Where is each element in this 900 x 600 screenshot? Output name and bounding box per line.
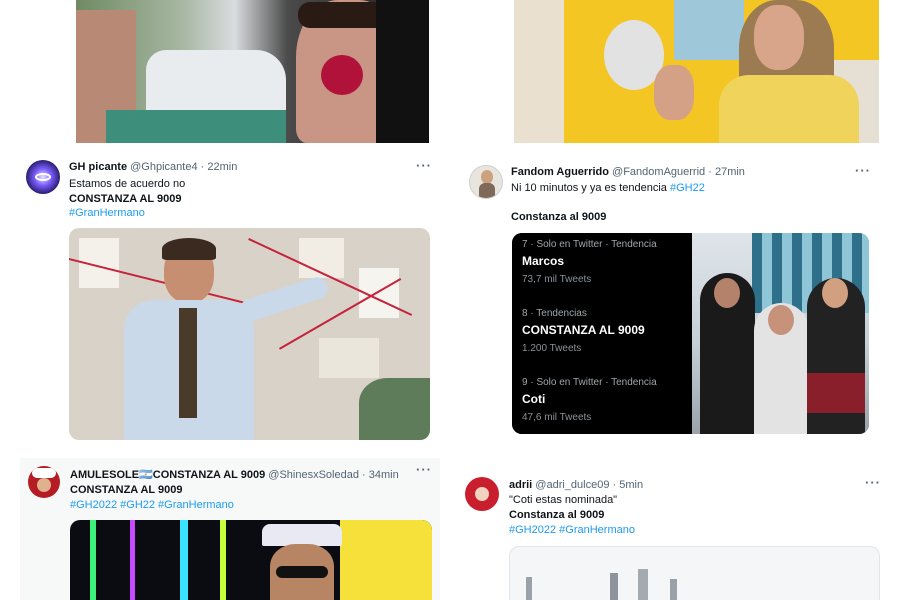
yellow-spotlight — [340, 520, 432, 600]
woman-2-face — [768, 305, 794, 335]
hair-shape — [376, 0, 429, 143]
tweet-hashtags[interactable]: #GH2022 #GranHermano — [509, 524, 635, 536]
tweet-media-top-left[interactable] — [76, 0, 429, 143]
tweet-fandom-aguerrido[interactable]: Fandom Aguerrido @FandomAguerrid · 27min… — [455, 150, 900, 450]
author-name[interactable]: adrii — [509, 479, 532, 491]
trend-category: 7 · Solo en Twitter · Tendencia — [522, 239, 657, 250]
wall-tile-3 — [674, 0, 744, 60]
person-arm-shape — [237, 274, 331, 324]
person-face-shape — [754, 5, 804, 70]
trend-name: Marcos — [522, 254, 565, 268]
tweet-hashtag-inline[interactable]: #GH22 — [670, 182, 705, 194]
red-lips-shape — [321, 55, 363, 95]
separator: · — [612, 479, 617, 491]
woman-1-face — [714, 278, 740, 308]
trend-count: 1.200 Tweets — [522, 343, 582, 354]
avatar-gh-picante[interactable] — [26, 160, 60, 194]
floral-shirt-shape — [106, 110, 286, 143]
avatar-person-shape — [481, 170, 493, 184]
sunglasses-shape — [276, 566, 328, 578]
avatar-adrii[interactable] — [465, 477, 499, 511]
tweet-time[interactable]: 27min — [715, 166, 745, 178]
photo-three-women — [692, 233, 869, 434]
woman-3-skirt — [807, 373, 865, 413]
author-name[interactable]: Fandom Aguerrido — [511, 166, 609, 178]
avatar-fandom-aguerrido[interactable] — [469, 165, 503, 199]
trend-item: 9 · Solo en Twitter · Tendencia Coti 47,… — [522, 377, 657, 423]
more-horizontal-icon[interactable]: ··· — [416, 158, 432, 173]
more-horizontal-icon[interactable]: ··· — [855, 163, 871, 178]
separator: · — [200, 161, 205, 173]
author-handle[interactable]: @FandomAguerrid — [612, 166, 705, 178]
trend-item: 8 · Tendencias CONSTANZA AL 9009 1.200 T… — [522, 308, 645, 354]
more-horizontal-icon[interactable]: ··· — [865, 475, 881, 490]
raised-hand-shape — [654, 65, 694, 120]
avatar-amulesole[interactable] — [28, 466, 60, 498]
light-stripe-3 — [180, 520, 188, 600]
wall-tile-1 — [514, 0, 564, 143]
tweet-text-line-1: CONSTANZA AL 9009 — [70, 484, 183, 496]
trend-count: 73,7 mil Tweets — [522, 274, 592, 285]
author-name[interactable]: GH picante — [69, 161, 127, 173]
light-stripe-4 — [220, 520, 226, 600]
author-handle[interactable]: @adri_dulce09 — [535, 479, 609, 491]
tweet-time[interactable]: 5min — [619, 479, 643, 491]
trend-name: Coti — [522, 392, 546, 406]
tweet-media-city-skyline[interactable] — [509, 546, 880, 600]
trend-item: 7 · Solo en Twitter · Tendencia Marcos 7… — [522, 239, 657, 285]
author-handle[interactable]: @Ghpicante4 — [130, 161, 197, 173]
tweet-text-line-2: Constanza al 9009 — [509, 509, 605, 521]
tweet-media-top-right[interactable] — [514, 0, 879, 143]
foreground-plant-shape — [359, 378, 430, 440]
santa-hat-shape — [32, 468, 56, 478]
tweet-text-line-1: Estamos de acuerdo no — [69, 178, 186, 190]
more-horizontal-icon[interactable]: ··· — [416, 462, 432, 477]
woman-3-face — [822, 278, 848, 308]
tweet-text-line-2: CONSTANZA AL 9009 — [69, 193, 182, 205]
tweet-amulesole[interactable]: AMULESOLE🇦🇷CONSTANZA AL 9009 @ShinesxSol… — [20, 458, 440, 600]
tweet-hashtags[interactable]: #GH2022 #GH22 #GranHermano — [70, 499, 234, 511]
separator: · — [708, 166, 712, 178]
eye-logo-shape — [35, 173, 51, 181]
trend-category: 8 · Tendencias — [522, 308, 587, 319]
tweet-header: adrii @adri_dulce09 · 5min — [509, 479, 643, 491]
trend-category: 9 · Solo en Twitter · Tendencia — [522, 377, 657, 388]
tweet-text-line-2: Constanza al 9009 — [511, 211, 607, 223]
tweet-media-conspiracy-board[interactable] — [69, 228, 430, 440]
separator: · — [362, 469, 366, 481]
author-name[interactable]: AMULESOLE🇦🇷CONSTANZA AL 9009 — [70, 469, 265, 481]
person-hair-shape — [162, 238, 216, 260]
avatar-face-shape — [37, 478, 51, 492]
trend-name: CONSTANZA AL 9009 — [522, 323, 645, 337]
tweet-time[interactable]: 22min — [207, 161, 237, 173]
light-stripe-1 — [90, 520, 96, 600]
avatar-body-shape — [479, 183, 495, 198]
tweet-text-line-1: "Coti estas nominada" — [509, 494, 618, 506]
skyline-tower-1 — [526, 577, 532, 600]
tweet-media-trends-collage[interactable]: 7 · Solo en Twitter · Tendencia Marcos 7… — [512, 233, 869, 434]
board-paper-4 — [319, 338, 379, 378]
light-stripe-2 — [130, 520, 135, 600]
trends-screenshot: 7 · Solo en Twitter · Tendencia Marcos 7… — [512, 233, 690, 434]
tweet-text: Ni 10 minutos y ya es tendencia — [511, 182, 667, 194]
skyline-tower-4 — [670, 579, 677, 600]
tweet-header: Fandom Aguerrido @FandomAguerrid · 27min — [511, 166, 745, 178]
yellow-shirt-shape — [719, 75, 859, 143]
skyline-tower-2 — [610, 573, 618, 600]
trend-count: 47,6 mil Tweets — [522, 412, 592, 423]
tweet-media-crown-party[interactable] — [70, 520, 432, 600]
author-handle[interactable]: @ShinesxSoledad — [268, 469, 359, 481]
tweet-hashtags[interactable]: #GranHermano — [69, 207, 145, 219]
tweet-time[interactable]: 34min — [369, 469, 399, 481]
tweet-adrii[interactable]: adrii @adri_dulce09 · 5min ··· "Coti est… — [455, 465, 900, 600]
tweet-header: AMULESOLE🇦🇷CONSTANZA AL 9009 @ShinesxSol… — [70, 468, 399, 481]
skyline-tower-3 — [638, 569, 648, 600]
tweet-header: GH picante @Ghpicante4 · 22min — [69, 161, 237, 173]
tweet-text-line-1: Ni 10 minutos y ya es tendencia #GH22 — [511, 182, 705, 194]
avatar-face-shape — [475, 487, 489, 501]
person-tie-shape — [179, 308, 197, 418]
crown-shape — [262, 524, 342, 546]
tweet-gh-picante[interactable]: GH picante @Ghpicante4 · 22min ··· Estam… — [0, 150, 450, 450]
